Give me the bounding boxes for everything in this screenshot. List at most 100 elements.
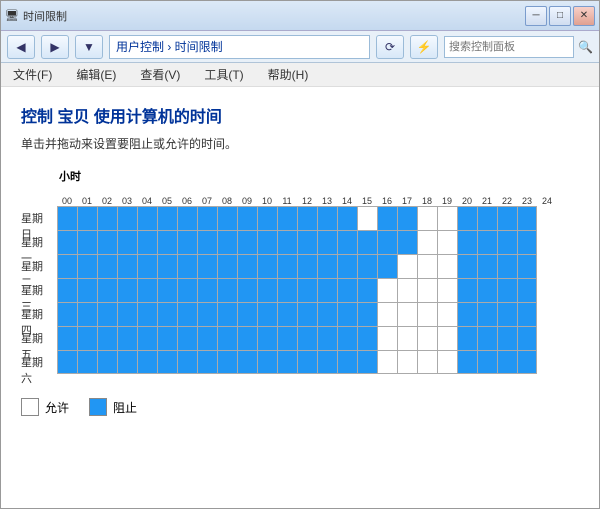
grid-cell[interactable] [477, 230, 497, 254]
grid-cell[interactable] [517, 230, 537, 254]
grid-cell[interactable] [477, 254, 497, 278]
grid-cell[interactable] [517, 278, 537, 302]
grid-cell[interactable] [177, 230, 197, 254]
grid-cell[interactable] [177, 326, 197, 350]
grid-cell[interactable] [117, 326, 137, 350]
grid-cell[interactable] [317, 206, 337, 230]
grid-cell[interactable] [57, 206, 77, 230]
grid-cell[interactable] [177, 206, 197, 230]
grid-cell[interactable] [417, 278, 437, 302]
grid-cell[interactable] [157, 206, 177, 230]
grid-cell[interactable] [517, 302, 537, 326]
grid-cell[interactable] [257, 278, 277, 302]
grid-cell[interactable] [197, 278, 217, 302]
grid-cell[interactable] [357, 206, 377, 230]
grid-cell[interactable] [117, 230, 137, 254]
grid-cell[interactable] [317, 278, 337, 302]
grid-cell[interactable] [197, 326, 217, 350]
grid-cell[interactable] [337, 350, 357, 374]
grid-cell[interactable] [437, 278, 457, 302]
grid-cell[interactable] [277, 350, 297, 374]
grid-cell[interactable] [317, 254, 337, 278]
grid-cell[interactable] [137, 350, 157, 374]
grid-cell[interactable] [477, 350, 497, 374]
grid-cell[interactable] [177, 254, 197, 278]
grid-cell[interactable] [57, 254, 77, 278]
grid-cell[interactable] [257, 302, 277, 326]
grid-cell[interactable] [457, 206, 477, 230]
close-button[interactable]: ✕ [573, 6, 595, 26]
grid-cell[interactable] [157, 278, 177, 302]
grid-cell[interactable] [397, 206, 417, 230]
grid-cell[interactable] [437, 302, 457, 326]
grid-cell[interactable] [357, 278, 377, 302]
grid-cell[interactable] [117, 206, 137, 230]
grid-cell[interactable] [377, 326, 397, 350]
search-input[interactable] [444, 36, 574, 58]
grid-cell[interactable] [377, 302, 397, 326]
grid-cell[interactable] [117, 350, 137, 374]
grid-cell[interactable] [337, 278, 357, 302]
grid-cell[interactable] [97, 278, 117, 302]
grid-cell[interactable] [297, 206, 317, 230]
grid-cell[interactable] [257, 350, 277, 374]
grid-cell[interactable] [417, 254, 437, 278]
grid-cell[interactable] [477, 326, 497, 350]
grid-cell[interactable] [197, 302, 217, 326]
grid-cell[interactable] [257, 230, 277, 254]
grid-cell[interactable] [377, 350, 397, 374]
grid-cell[interactable] [217, 350, 237, 374]
grid-cell[interactable] [157, 254, 177, 278]
grid-cell[interactable] [457, 302, 477, 326]
grid-cell[interactable] [277, 302, 297, 326]
grid-cell[interactable] [417, 326, 437, 350]
grid-cell[interactable] [437, 350, 457, 374]
grid-cell[interactable] [277, 254, 297, 278]
grid-cell[interactable] [97, 326, 117, 350]
menu-view[interactable]: 查看(V) [136, 64, 184, 85]
grid-cell[interactable] [317, 230, 337, 254]
grid-cell[interactable] [437, 206, 457, 230]
grid-cell[interactable] [237, 206, 257, 230]
grid-cell[interactable] [497, 302, 517, 326]
grid-cell[interactable] [237, 254, 257, 278]
grid-cell[interactable] [257, 254, 277, 278]
grid-cell[interactable] [77, 278, 97, 302]
grid-cell[interactable] [97, 254, 117, 278]
grid-cell[interactable] [137, 278, 157, 302]
grid-cell[interactable] [497, 254, 517, 278]
grid-cell[interactable] [157, 302, 177, 326]
grid-cell[interactable] [97, 350, 117, 374]
grid-cell[interactable] [277, 206, 297, 230]
search-icon[interactable]: 🔍 [578, 40, 593, 54]
grid-cell[interactable] [477, 278, 497, 302]
grid-cell[interactable] [77, 302, 97, 326]
grid-cell[interactable] [317, 350, 337, 374]
grid-cell[interactable] [417, 230, 437, 254]
grid-cell[interactable] [357, 302, 377, 326]
grid-cell[interactable] [57, 230, 77, 254]
grid-cell[interactable] [457, 230, 477, 254]
grid-cell[interactable] [237, 278, 257, 302]
grid-cell[interactable] [437, 230, 457, 254]
grid-cell[interactable] [217, 254, 237, 278]
grid-cell[interactable] [77, 326, 97, 350]
grid-cell[interactable] [297, 278, 317, 302]
grid-cell[interactable] [397, 230, 417, 254]
grid-cell[interactable] [497, 278, 517, 302]
grid-cell[interactable] [297, 326, 317, 350]
grid-cell[interactable] [177, 302, 197, 326]
grid-cell[interactable] [137, 230, 157, 254]
grid-cell[interactable] [297, 302, 317, 326]
minimize-button[interactable]: ─ [525, 6, 547, 26]
grid-cell[interactable] [117, 254, 137, 278]
grid-cell[interactable] [437, 326, 457, 350]
grid-cell[interactable] [417, 206, 437, 230]
menu-tools[interactable]: 工具(T) [200, 64, 247, 85]
maximize-button[interactable]: □ [549, 6, 571, 26]
grid-cell[interactable] [497, 206, 517, 230]
grid-cell[interactable] [237, 350, 257, 374]
grid-cell[interactable] [217, 302, 237, 326]
grid-cell[interactable] [57, 350, 77, 374]
lightning-button[interactable]: ⚡ [410, 35, 438, 59]
